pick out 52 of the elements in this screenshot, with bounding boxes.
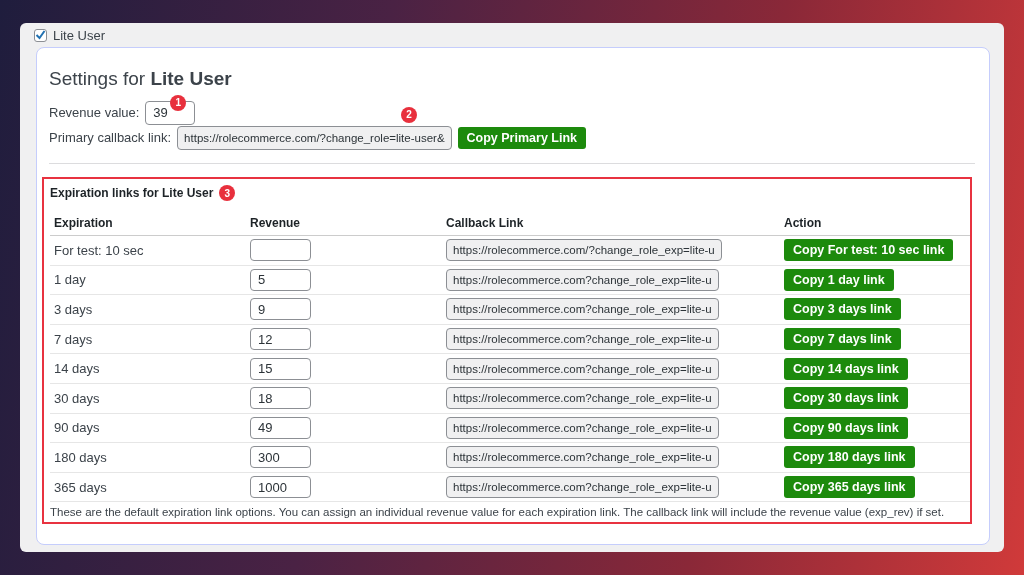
revenue-field[interactable]: 15 bbox=[250, 357, 311, 380]
copy-button[interactable]: Copy For test: 10 sec link bbox=[784, 239, 954, 262]
table-cell: 180 days bbox=[50, 443, 246, 473]
url-field[interactable]: https://rolecommerce.com/?change_role_exp=lite-u bbox=[446, 239, 722, 262]
url-field[interactable]: https://rolecommerce.com?change_role_exp=lite-u bbox=[446, 446, 719, 469]
table-cell: For test: 10 sec bbox=[50, 236, 246, 266]
field-label: Primary callback link: bbox=[49, 130, 172, 145]
revenue-field[interactable]: 1000 bbox=[250, 476, 311, 499]
url-field[interactable]: https://rolecommerce.com?change_role_exp=lite-u bbox=[446, 387, 719, 410]
revenue-field[interactable] bbox=[250, 239, 311, 262]
column-header: Revenue bbox=[246, 210, 442, 236]
callout-badge: 1 bbox=[170, 94, 187, 111]
revenue-field[interactable]: 5 bbox=[250, 268, 311, 291]
copy-button[interactable]: Copy Primary Link bbox=[457, 126, 586, 149]
help-text: These are the default expiration link options. You can assign an individual revenue value for each expiration link. The callback link will include the revenue value (exp_rev) if set. bbox=[50, 506, 946, 519]
table-cell: 1 day bbox=[50, 265, 246, 296]
revenue-field[interactable]: 12 bbox=[250, 328, 311, 351]
url-field[interactable]: https://rolecommerce.com?change_role_exp=lite-u bbox=[446, 476, 719, 499]
table-cell: 3 days bbox=[50, 295, 246, 325]
callout-badge: 3 bbox=[219, 185, 236, 201]
url-field[interactable]: https://rolecommerce.com?change_role_exp=lite-u bbox=[446, 357, 719, 380]
copy-button[interactable]: Copy 7 days link bbox=[784, 328, 901, 351]
copy-button[interactable]: Copy 90 days link bbox=[784, 416, 908, 439]
table-cell: 30 days bbox=[50, 383, 246, 414]
url-field[interactable]: https://rolecommerce.com/?change_role=lite-user& bbox=[177, 125, 452, 150]
table-cell: 365 days bbox=[50, 472, 246, 503]
callout-badge: 2 bbox=[401, 106, 418, 123]
column-header: Callback Link bbox=[442, 210, 780, 236]
revenue-field[interactable]: 18 bbox=[250, 387, 311, 410]
column-header: Expiration bbox=[50, 210, 246, 236]
copy-button[interactable]: Copy 30 days link bbox=[784, 387, 908, 410]
settings-title: Settings for Lite User bbox=[49, 68, 232, 90]
field-label: Revenue value: bbox=[49, 105, 140, 120]
copy-button[interactable]: Copy 180 days link bbox=[784, 446, 915, 469]
url-field[interactable]: https://rolecommerce.com?change_role_exp=lite-u bbox=[446, 268, 719, 291]
table-cell: 90 days bbox=[50, 413, 246, 444]
column-header: Action bbox=[780, 210, 970, 236]
url-field[interactable]: https://rolecommerce.com?change_role_exp=lite-u bbox=[446, 328, 719, 351]
copy-button[interactable]: Copy 1 day link bbox=[784, 268, 894, 291]
revenue-field[interactable]: 300 bbox=[250, 446, 311, 469]
section-title: Expiration links for Lite User bbox=[50, 186, 214, 200]
table-cell: 7 days bbox=[50, 324, 246, 355]
copy-button[interactable]: Copy 14 days link bbox=[784, 357, 908, 380]
copy-button[interactable]: Copy 3 days link bbox=[784, 298, 901, 321]
revenue-field[interactable]: 9 bbox=[250, 298, 311, 321]
table-cell: 14 days bbox=[50, 354, 246, 384]
copy-button[interactable]: Copy 365 days link bbox=[784, 476, 915, 499]
url-field[interactable]: https://rolecommerce.com?change_role_exp=lite-u bbox=[446, 298, 719, 321]
url-field[interactable]: https://rolecommerce.com?change_role_exp=lite-u bbox=[446, 416, 719, 439]
checkbox-label: Lite User bbox=[53, 27, 106, 43]
checkbox[interactable] bbox=[34, 28, 47, 42]
revenue-field[interactable]: 49 bbox=[250, 416, 311, 439]
